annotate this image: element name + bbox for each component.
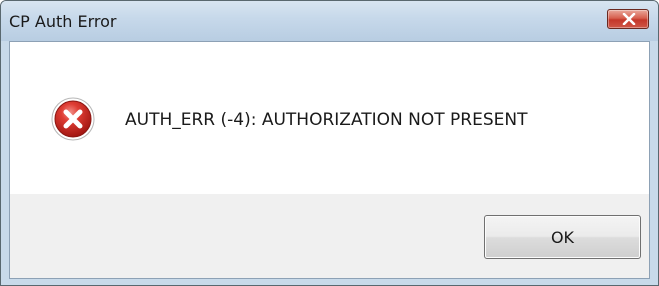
window-title: CP Auth Error [9,12,117,31]
error-dialog: CP Auth Error AUTH_ERR (-4): AUTHORIZATI… [0,0,659,286]
error-icon [51,97,95,141]
title-bar[interactable]: CP Auth Error [1,1,658,41]
dialog-body: AUTH_ERR (-4): AUTHORIZATION NOT PRESENT… [9,41,650,279]
ok-button[interactable]: OK [484,215,641,259]
close-icon [622,13,636,25]
message-area: AUTH_ERR (-4): AUTHORIZATION NOT PRESENT [10,42,649,194]
close-button[interactable] [607,9,649,29]
error-message: AUTH_ERR (-4): AUTHORIZATION NOT PRESENT [125,110,528,130]
